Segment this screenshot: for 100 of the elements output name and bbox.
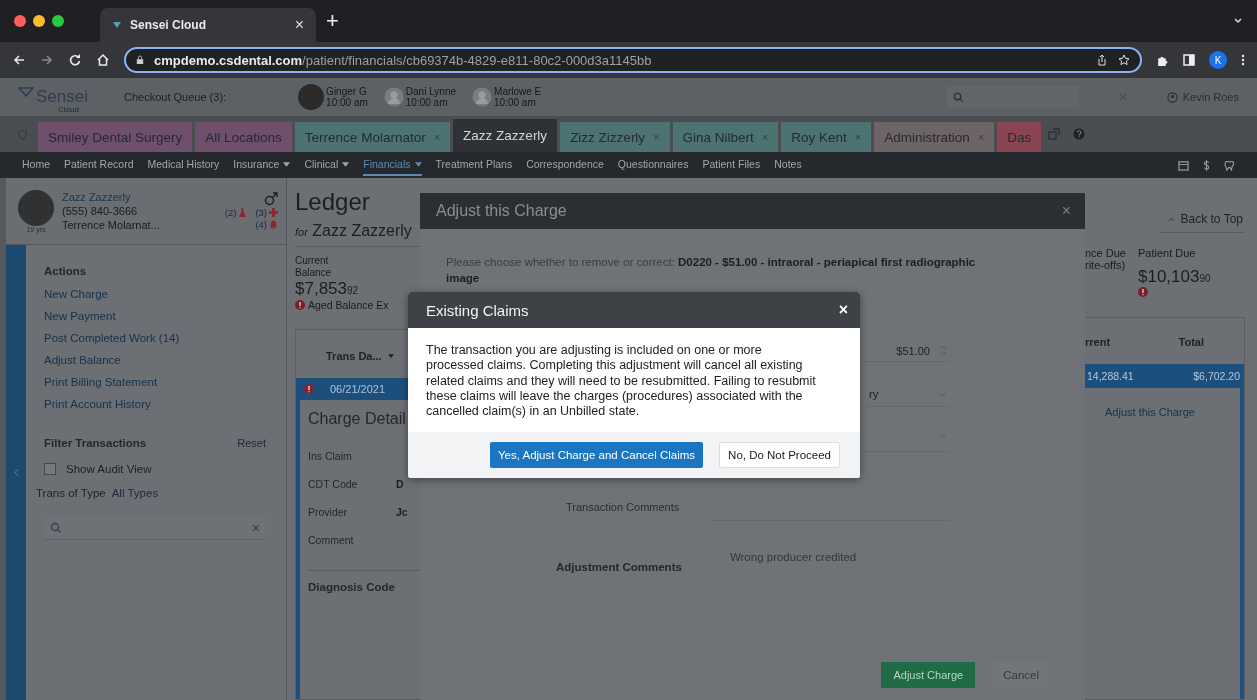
patient-tab[interactable]: Das — [997, 122, 1042, 152]
page-title: Ledger — [295, 188, 371, 216]
alert-count: (4) — [255, 219, 267, 230]
section-title: Filter Transactions — [44, 436, 147, 451]
column-header[interactable]: rrent — [1085, 336, 1111, 348]
avatar-silhouette-icon — [383, 87, 404, 107]
nav-item[interactable]: Clinical — [304, 154, 350, 176]
dropdown-field[interactable]: ry — [865, 382, 951, 408]
row-date: 06/21/2021 — [330, 383, 386, 395]
nav-item[interactable]: Notes — [774, 154, 802, 176]
caret-icon[interactable] — [283, 161, 291, 167]
nav-item[interactable]: Questionnaires — [617, 154, 689, 176]
patient-tab[interactable]: All Locations — [195, 122, 292, 152]
column-header[interactable]: Trans Da... — [296, 330, 423, 378]
search-field[interactable] — [946, 86, 1079, 108]
url-text: cmpdemo.csdental.com/patient/financials/cb69374b-4829-e811-80c2-000d3a1145bb — [154, 52, 652, 68]
action-link[interactable]: New Payment — [44, 305, 266, 327]
field-label: Adjustment Comments — [556, 561, 682, 574]
nav-item[interactable]: Home — [22, 154, 50, 176]
back-to-top-link[interactable]: Back to Top — [1159, 212, 1245, 233]
patient-tab[interactable]: Zazz Zazzerly — [453, 119, 558, 152]
action-link[interactable]: Post Completed Work (14) — [44, 327, 266, 349]
calendar-icon[interactable] — [1178, 159, 1189, 171]
alert-icon — [295, 300, 305, 310]
patient-name[interactable]: Zazz Zazzerly — [62, 189, 211, 204]
checkout-queue-label: Checkout Queue (3): — [124, 91, 227, 103]
patient-tab[interactable]: Terrence Molarnator × — [294, 122, 451, 152]
action-link[interactable]: Adjust Balance — [44, 349, 266, 371]
window-controls-icon[interactable] — [14, 15, 64, 27]
field-label: Transaction Comments — [566, 500, 680, 513]
nav-item[interactable]: Patient Record — [64, 154, 134, 176]
close-button[interactable]: × — [838, 301, 848, 319]
checkbox[interactable] — [44, 463, 56, 475]
adjust-charge-link[interactable]: Adjust this Charge — [1105, 406, 1195, 418]
column-header[interactable]: Total — [1178, 336, 1204, 348]
confirm-button[interactable]: Yes, Adjust Charge and Cancel Claims — [489, 442, 704, 469]
search-icon — [50, 522, 62, 534]
search-icon — [952, 91, 964, 103]
action-link[interactable]: Print Billing Statement — [44, 371, 266, 393]
queue-patient-name: Marlowe E — [494, 86, 542, 97]
close-button[interactable]: × — [1061, 202, 1071, 220]
patient-phone: (555) 840-3666 — [62, 203, 139, 219]
comments-field[interactable]: Wrong producer credited — [729, 551, 951, 588]
patient-photo-placeholder — [18, 189, 54, 226]
close-tab-button[interactable]: × — [294, 16, 304, 34]
nav-item[interactable]: Treatment Plans — [435, 154, 513, 176]
caret-icon[interactable] — [342, 161, 350, 167]
queue-patient[interactable]: Dani Lynne 10:00 am — [383, 84, 457, 110]
reset-link[interactable]: Reset — [237, 437, 266, 449]
patient-tab[interactable]: Gina Nilbert × — [672, 122, 779, 152]
tooth-icon[interactable] — [1224, 159, 1235, 171]
decline-button[interactable]: No, Do Not Proceed — [719, 442, 840, 469]
action-link[interactable]: Print Account History — [44, 393, 266, 415]
side-panel-icon[interactable] — [1183, 54, 1195, 66]
nav-item[interactable]: Financials — [363, 154, 422, 176]
share-icon[interactable] — [1096, 54, 1108, 66]
queue-patient[interactable]: Ginger G 10:00 am — [298, 84, 368, 110]
chevron-up-icon — [1167, 216, 1175, 222]
patient-tab[interactable]: Smiley Dental Surgery — [38, 122, 193, 152]
chevron-down-icon[interactable] — [1233, 16, 1243, 26]
field-value: Jc — [396, 506, 408, 518]
home-icon[interactable] — [96, 53, 110, 67]
nav-item[interactable]: Insurance — [233, 154, 291, 176]
alert-icon — [1138, 287, 1148, 297]
forward-icon[interactable] — [40, 53, 54, 67]
patient-due-amount: $10,10390 — [1138, 267, 1211, 287]
nav-item[interactable]: Medical History — [147, 154, 220, 176]
nav-item[interactable]: Correspondence — [526, 154, 604, 176]
adjust-charge-button[interactable]: Adjust Charge — [881, 662, 976, 688]
browser-tab[interactable]: Sensei Cloud × — [100, 8, 316, 42]
back-icon[interactable] — [12, 53, 26, 67]
patient-tab[interactable]: Administration × — [874, 122, 995, 152]
patient-tab[interactable]: Zizz Zizzerly × — [560, 122, 670, 152]
user-icon — [1166, 91, 1178, 103]
action-link[interactable]: New Charge — [44, 283, 266, 305]
medical-count: (3) — [255, 207, 267, 218]
star-icon[interactable] — [1118, 54, 1130, 66]
profile-avatar[interactable]: K — [1209, 51, 1227, 69]
queue-patient[interactable]: Marlowe E 10:00 am — [472, 84, 542, 110]
sort-caret-icon[interactable] — [387, 354, 394, 358]
field-label: Provider — [308, 506, 349, 518]
balance-amount: $7,85392 — [295, 279, 360, 299]
male-gender-icon — [264, 192, 278, 206]
type-dropdown[interactable]: All Types — [111, 487, 159, 499]
address-bar[interactable]: cmpdemo.csdental.com/patient/financials/cb69374b-4829-e811-80c2-000d3a1145bb — [124, 47, 1142, 73]
reload-icon[interactable] — [68, 53, 82, 67]
checkbox-label[interactable]: Show Audit View — [66, 463, 152, 475]
selected-row[interactable]: 14,288.41 $6,702.20 — [1085, 364, 1244, 388]
column-label: nce Due — [1085, 247, 1126, 259]
field-value: D — [396, 478, 404, 490]
dollar-icon[interactable] — [1203, 159, 1210, 171]
patient-tab[interactable]: Roy Kent × — [781, 122, 872, 152]
field-label: Comment — [308, 534, 355, 546]
section-title: Actions — [44, 264, 88, 279]
caret-icon[interactable] — [414, 161, 422, 167]
nav-item[interactable]: Patient Files — [702, 154, 761, 176]
help-icon[interactable] — [1073, 128, 1086, 140]
kebab-menu-icon[interactable] — [1241, 54, 1245, 66]
cancel-button[interactable]: Cancel — [993, 662, 1049, 688]
new-tab-button[interactable]: + — [326, 8, 339, 34]
